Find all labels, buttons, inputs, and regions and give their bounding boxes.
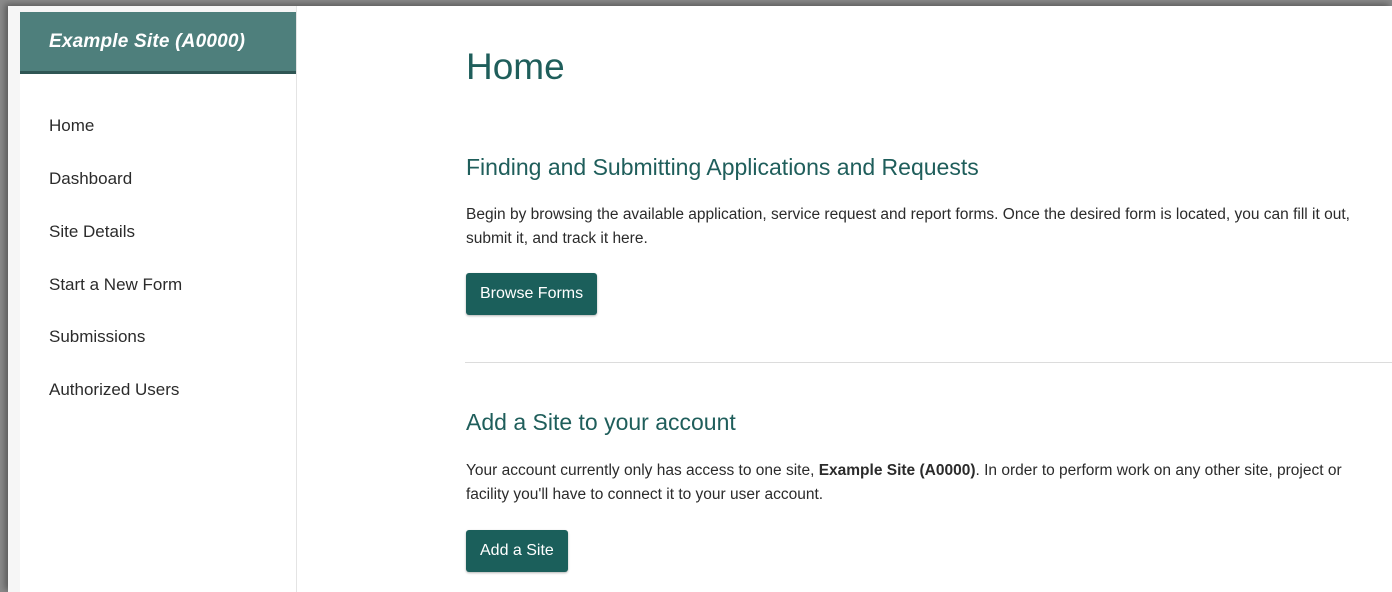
section-heading-finding-forms: Finding and Submitting Applications and …: [466, 154, 979, 180]
current-site-name: Example Site (A0000): [818, 462, 976, 479]
add-site-text-intro: Your account currently only has access t…: [466, 462, 819, 479]
sidebar-nav: Home Dashboard Site Details Start a New …: [20, 74, 296, 592]
add-site-button[interactable]: Add a Site: [466, 530, 568, 572]
sidebar: Example Site (A0000) Home Dashboard Site…: [8, 6, 297, 592]
section-heading-add-site: Add a Site to your account: [466, 409, 736, 435]
sidebar-item-dashboard[interactable]: Dashboard: [49, 169, 132, 189]
browse-forms-button[interactable]: Browse Forms: [466, 273, 598, 315]
section-divider: [465, 362, 1392, 363]
main-content: Home Finding and Submitting Applications…: [297, 6, 1392, 592]
app-window: Example Site (A0000) Home Dashboard Site…: [8, 6, 1392, 592]
sidebar-item-authorized-users[interactable]: Authorized Users: [49, 380, 179, 400]
section-text-finding-forms: Begin by browsing the available applicat…: [466, 206, 1350, 247]
sidebar-item-home[interactable]: Home: [49, 116, 94, 136]
page-title: Home: [466, 46, 565, 87]
sidebar-item-start-new-form[interactable]: Start a New Form: [49, 275, 182, 295]
site-name: Example Site (A0000): [49, 31, 246, 52]
sidebar-item-site-details[interactable]: Site Details: [49, 222, 135, 242]
site-header: Example Site (A0000): [20, 12, 296, 74]
sidebar-item-submissions[interactable]: Submissions: [49, 327, 145, 347]
section-text-add-site: Your account currently only has access t…: [466, 459, 1376, 507]
